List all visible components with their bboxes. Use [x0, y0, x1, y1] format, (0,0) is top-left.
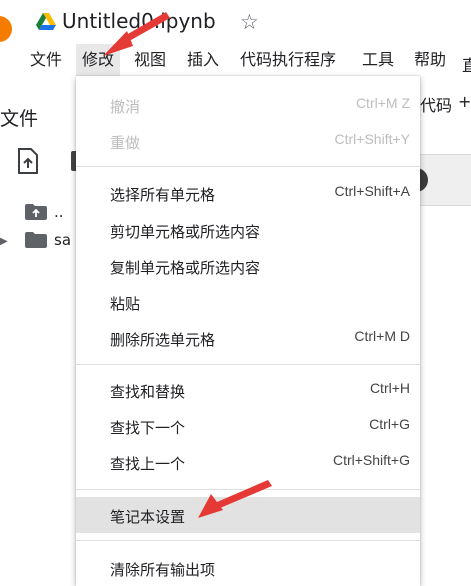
annotation-arrow-edit-menu [103, 12, 170, 56]
annotation-arrows [103, 12, 272, 518]
annotation-arrow-notebook-settings [198, 480, 272, 518]
